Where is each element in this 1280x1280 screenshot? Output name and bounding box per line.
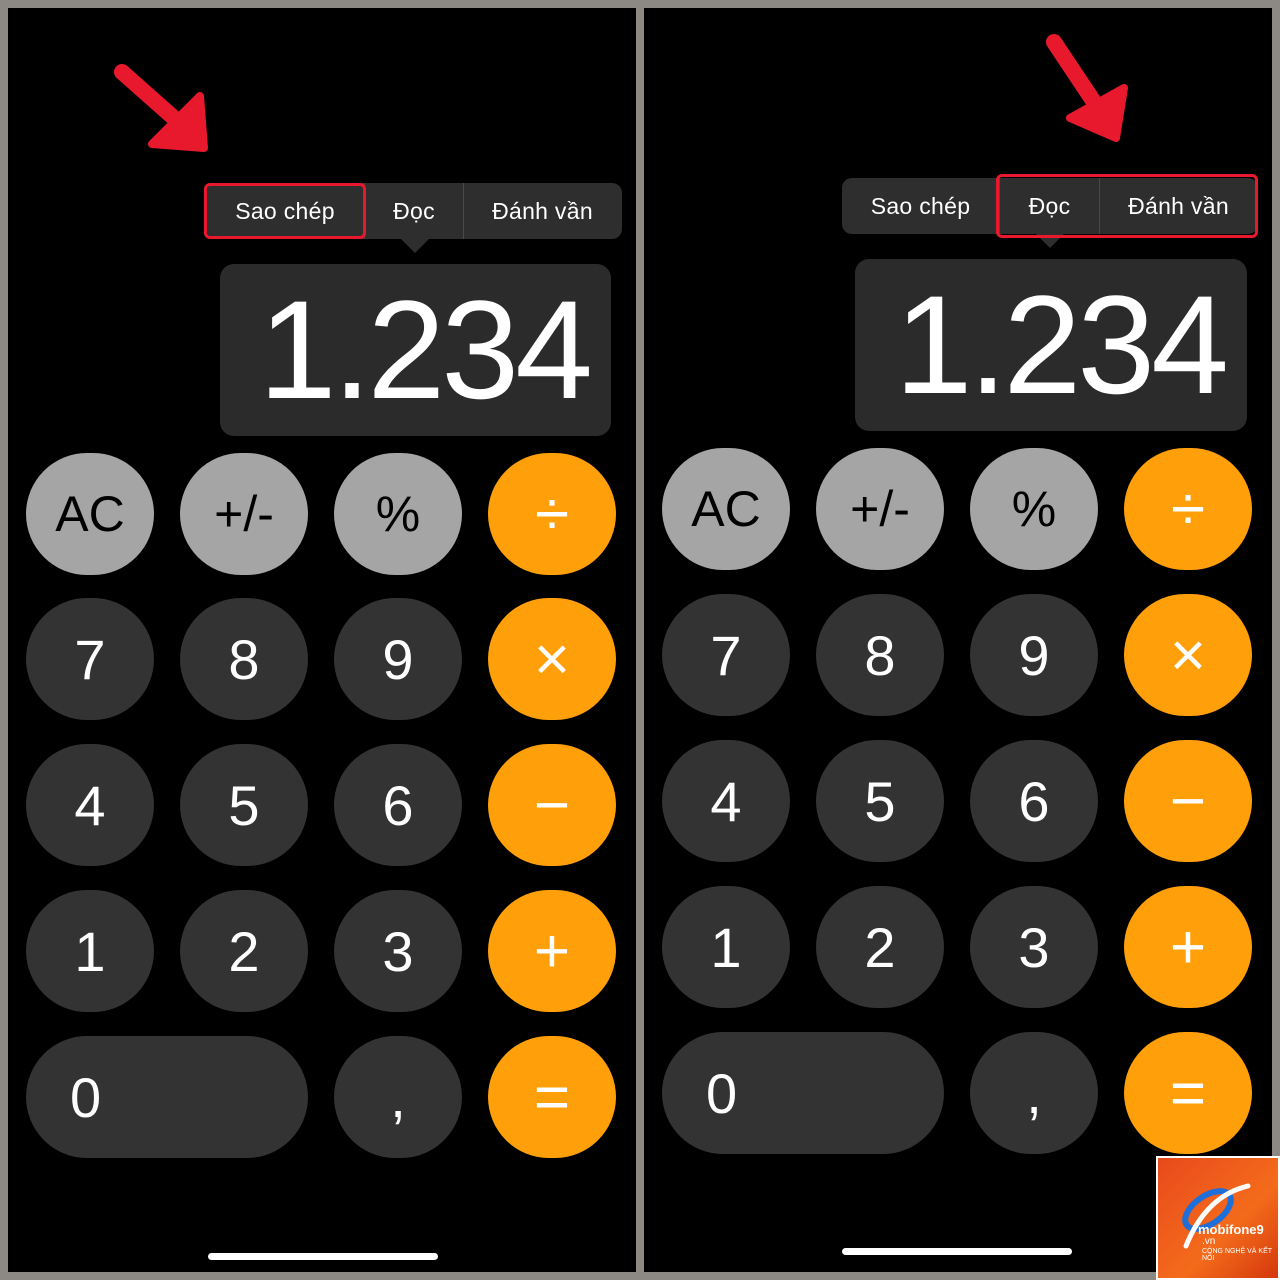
- result-display[interactable]: 1.234: [855, 259, 1247, 431]
- red-arrow-icon: [114, 64, 208, 152]
- key-add[interactable]: +: [488, 890, 616, 1012]
- key-6[interactable]: 6: [970, 740, 1098, 862]
- key-subtract[interactable]: −: [488, 744, 616, 866]
- key-2[interactable]: 2: [180, 890, 308, 1012]
- key-7[interactable]: 7: [662, 594, 790, 716]
- key-8[interactable]: 8: [180, 598, 308, 720]
- menu-item-copy[interactable]: Sao chép: [206, 183, 364, 239]
- key-divide[interactable]: ÷: [1124, 448, 1252, 570]
- key-3[interactable]: 3: [970, 886, 1098, 1008]
- key-subtract[interactable]: −: [1124, 740, 1252, 862]
- key-percent[interactable]: %: [334, 453, 462, 575]
- context-menu: Sao chép Đọc Đánh vần: [842, 178, 1258, 234]
- key-percent[interactable]: %: [970, 448, 1098, 570]
- menu-pointer: [401, 239, 429, 253]
- key-8[interactable]: 8: [816, 594, 944, 716]
- result-display[interactable]: 1.234: [220, 264, 611, 436]
- key-7[interactable]: 7: [26, 598, 154, 720]
- key-decimal[interactable]: ,: [334, 1036, 462, 1158]
- logo-domain: .vn: [1202, 1236, 1216, 1247]
- key-9[interactable]: 9: [334, 598, 462, 720]
- home-indicator[interactable]: [842, 1248, 1072, 1255]
- menu-pointer: [1036, 234, 1064, 248]
- key-add[interactable]: +: [1124, 886, 1252, 1008]
- menu-item-speak[interactable]: Đọc: [365, 183, 463, 239]
- key-4[interactable]: 4: [662, 740, 790, 862]
- calculator-screen-right: Sao chép Đọc Đánh vần 1.234 AC +/- % ÷ 7…: [644, 8, 1272, 1272]
- key-plus-minus[interactable]: +/-: [180, 453, 308, 575]
- key-5[interactable]: 5: [816, 740, 944, 862]
- menu-item-spell[interactable]: Đánh vần: [1100, 178, 1257, 234]
- logo-tagline: CÔNG NGHỆ VÀ KẾT NỐI: [1202, 1248, 1272, 1262]
- key-4[interactable]: 4: [26, 744, 154, 866]
- calculator-screen-left: Sao chép Đọc Đánh vần 1.234 AC +/- % ÷ 7…: [8, 8, 636, 1272]
- key-5[interactable]: 5: [180, 744, 308, 866]
- mobifone-logo: mobifone9 .vn CÔNG NGHỆ VÀ KẾT NỐI: [1156, 1156, 1280, 1280]
- key-multiply[interactable]: ×: [1124, 594, 1252, 716]
- key-2[interactable]: 2: [816, 886, 944, 1008]
- key-9[interactable]: 9: [970, 594, 1098, 716]
- key-equals[interactable]: =: [1124, 1032, 1252, 1154]
- key-clear[interactable]: AC: [662, 448, 790, 570]
- key-0[interactable]: 0: [662, 1032, 944, 1154]
- menu-item-spell[interactable]: Đánh vần: [464, 183, 621, 239]
- key-decimal[interactable]: ,: [970, 1032, 1098, 1154]
- menu-item-speak[interactable]: Đọc: [1000, 178, 1099, 234]
- key-3[interactable]: 3: [334, 890, 462, 1012]
- key-divide[interactable]: ÷: [488, 453, 616, 575]
- key-plus-minus[interactable]: +/-: [816, 448, 944, 570]
- key-equals[interactable]: =: [488, 1036, 616, 1158]
- key-6[interactable]: 6: [334, 744, 462, 866]
- key-1[interactable]: 1: [26, 890, 154, 1012]
- key-clear[interactable]: AC: [26, 453, 154, 575]
- menu-item-copy[interactable]: Sao chép: [842, 178, 999, 234]
- logo-brand: mobifone9: [1198, 1222, 1264, 1237]
- key-0[interactable]: 0: [26, 1036, 308, 1158]
- home-indicator[interactable]: [208, 1253, 438, 1260]
- key-1[interactable]: 1: [662, 886, 790, 1008]
- context-menu: Sao chép Đọc Đánh vần: [206, 183, 622, 239]
- key-multiply[interactable]: ×: [488, 598, 616, 720]
- red-arrow-icon: [1046, 34, 1128, 142]
